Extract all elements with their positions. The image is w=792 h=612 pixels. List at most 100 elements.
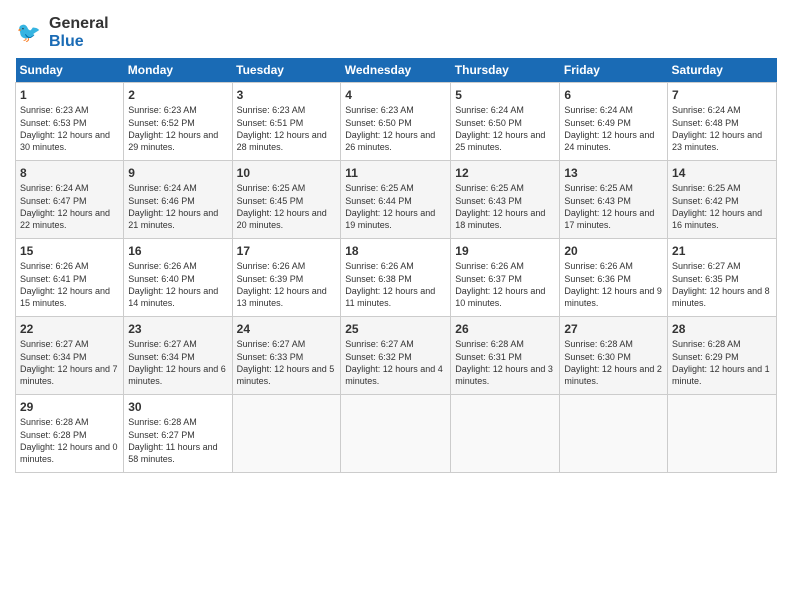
sunrise-text: Sunrise: 6:25 AM xyxy=(455,183,524,193)
daylight-text: Daylight: 12 hours and 4 minutes. xyxy=(345,364,443,386)
sunrise-text: Sunrise: 6:28 AM xyxy=(455,339,524,349)
daylight-text: Daylight: 11 hours and 58 minutes. xyxy=(128,442,217,464)
sunset-text: Sunset: 6:39 PM xyxy=(237,274,304,284)
sunset-text: Sunset: 6:43 PM xyxy=(564,196,631,206)
calendar-cell xyxy=(232,395,341,473)
calendar-cell xyxy=(560,395,668,473)
sunrise-text: Sunrise: 6:28 AM xyxy=(128,417,197,427)
calendar-cell xyxy=(341,395,451,473)
calendar-week-row: 29 Sunrise: 6:28 AM Sunset: 6:28 PM Dayligh… xyxy=(16,395,777,473)
calendar-cell: 16Sunrise: 6:26 AMSunset: 6:40 PMDayligh… xyxy=(124,239,232,317)
calendar-cell: 8 Sunrise: 6:24 AM Sunset: 6:47 PM Daylight… xyxy=(16,161,124,239)
daylight-text: Daylight: 12 hours and 0 minutes. xyxy=(20,442,118,464)
day-number: 13 xyxy=(564,165,663,181)
day-number: 21 xyxy=(672,243,772,259)
sunset-text: Sunset: 6:28 PM xyxy=(20,430,87,440)
daylight-text: Daylight: 12 hours and 24 minutes. xyxy=(564,130,654,152)
sunset-text: Sunset: 6:33 PM xyxy=(237,352,304,362)
sunrise-text: Sunrise: 6:28 AM xyxy=(564,339,633,349)
day-number: 27 xyxy=(564,321,663,337)
logo-icon: 🐦 xyxy=(15,18,45,48)
sunrise-text: Sunrise: 6:25 AM xyxy=(237,183,306,193)
calendar-cell: 28Sunrise: 6:28 AMSunset: 6:29 PMDayligh… xyxy=(668,317,777,395)
sunrise-text: Sunrise: 6:27 AM xyxy=(345,339,414,349)
sunrise-text: Sunrise: 6:28 AM xyxy=(20,417,89,427)
sunset-text: Sunset: 6:46 PM xyxy=(128,196,195,206)
header-row: SundayMondayTuesdayWednesdayThursdayFrid… xyxy=(16,58,777,83)
calendar-cell: 30Sunrise: 6:28 AMSunset: 6:27 PMDayligh… xyxy=(124,395,232,473)
daylight-text: Daylight: 12 hours and 30 minutes. xyxy=(20,130,110,152)
calendar-cell xyxy=(668,395,777,473)
daylight-text: Daylight: 12 hours and 5 minutes. xyxy=(237,364,335,386)
calendar-cell: 7Sunrise: 6:24 AMSunset: 6:48 PMDaylight… xyxy=(668,83,777,161)
weekday-header: Friday xyxy=(560,58,668,83)
sunset-text: Sunset: 6:52 PM xyxy=(128,118,195,128)
weekday-header: Monday xyxy=(124,58,232,83)
sunset-text: Sunset: 6:34 PM xyxy=(128,352,195,362)
sunset-text: Sunset: 6:47 PM xyxy=(20,196,87,206)
day-number: 22 xyxy=(20,321,119,337)
day-number: 9 xyxy=(128,165,227,181)
sunrise-text: Sunrise: 6:24 AM xyxy=(20,183,89,193)
day-number: 7 xyxy=(672,87,772,103)
sunset-text: Sunset: 6:31 PM xyxy=(455,352,522,362)
sunrise-text: Sunrise: 6:23 AM xyxy=(237,105,306,115)
day-number: 29 xyxy=(20,399,119,415)
calendar-week-row: 8 Sunrise: 6:24 AM Sunset: 6:47 PM Daylight… xyxy=(16,161,777,239)
sunset-text: Sunset: 6:45 PM xyxy=(237,196,304,206)
day-number: 17 xyxy=(237,243,337,259)
sunrise-text: Sunrise: 6:25 AM xyxy=(564,183,633,193)
sunrise-text: Sunrise: 6:26 AM xyxy=(20,261,89,271)
sunset-text: Sunset: 6:41 PM xyxy=(20,274,87,284)
sunrise-text: Sunrise: 6:27 AM xyxy=(237,339,306,349)
calendar-cell: 24Sunrise: 6:27 AMSunset: 6:33 PMDayligh… xyxy=(232,317,341,395)
calendar-cell: 22Sunrise: 6:27 AMSunset: 6:34 PMDayligh… xyxy=(16,317,124,395)
calendar-cell: 11Sunrise: 6:25 AMSunset: 6:44 PMDayligh… xyxy=(341,161,451,239)
calendar-week-row: 1Sunrise: 6:23 AMSunset: 6:53 PMDaylight… xyxy=(16,83,777,161)
day-number: 3 xyxy=(237,87,337,103)
calendar-cell xyxy=(451,395,560,473)
day-number: 18 xyxy=(345,243,446,259)
sunset-text: Sunset: 6:51 PM xyxy=(237,118,304,128)
daylight-text: Daylight: 12 hours and 3 minutes. xyxy=(455,364,553,386)
calendar-cell: 17Sunrise: 6:26 AMSunset: 6:39 PMDayligh… xyxy=(232,239,341,317)
sunrise-text: Sunrise: 6:26 AM xyxy=(237,261,306,271)
daylight-text: Daylight: 12 hours and 6 minutes. xyxy=(128,364,226,386)
daylight-text: Daylight: 12 hours and 22 minutes. xyxy=(20,208,110,230)
daylight-text: Daylight: 12 hours and 10 minutes. xyxy=(455,286,545,308)
calendar-cell: 26 Sunrise: 6:28 AM Sunset: 6:31 PM Dayligh… xyxy=(451,317,560,395)
sunset-text: Sunset: 6:50 PM xyxy=(345,118,412,128)
day-number: 26 xyxy=(455,321,555,337)
sunrise-text: Sunrise: 6:27 AM xyxy=(128,339,197,349)
sunrise-text: Sunrise: 6:24 AM xyxy=(672,105,741,115)
calendar-cell: 15Sunrise: 6:26 AMSunset: 6:41 PMDayligh… xyxy=(16,239,124,317)
weekday-header: Sunday xyxy=(16,58,124,83)
day-number: 2 xyxy=(128,87,227,103)
weekday-header: Wednesday xyxy=(341,58,451,83)
sunrise-text: Sunrise: 6:28 AM xyxy=(672,339,741,349)
day-number: 20 xyxy=(564,243,663,259)
day-number: 8 xyxy=(20,165,119,181)
daylight-text: Daylight: 12 hours and 16 minutes. xyxy=(672,208,762,230)
calendar-cell: 23 Sunrise: 6:27 AM Sunset: 6:34 PM Dayligh… xyxy=(124,317,232,395)
day-number: 14 xyxy=(672,165,772,181)
daylight-text: Daylight: 12 hours and 21 minutes. xyxy=(128,208,218,230)
sunrise-text: Sunrise: 6:25 AM xyxy=(345,183,414,193)
daylight-text: Daylight: 12 hours and 2 minutes. xyxy=(564,364,662,386)
day-number: 23 xyxy=(128,321,227,337)
weekday-header: Saturday xyxy=(668,58,777,83)
sunset-text: Sunset: 6:37 PM xyxy=(455,274,522,284)
day-number: 25 xyxy=(345,321,446,337)
sunset-text: Sunset: 6:36 PM xyxy=(564,274,631,284)
calendar-cell: 18Sunrise: 6:26 AMSunset: 6:38 PMDayligh… xyxy=(341,239,451,317)
daylight-text: Daylight: 12 hours and 17 minutes. xyxy=(564,208,654,230)
sunset-text: Sunset: 6:38 PM xyxy=(345,274,412,284)
sunrise-text: Sunrise: 6:26 AM xyxy=(455,261,524,271)
page-container: 🐦 General Blue SundayMondayTuesdayWednes… xyxy=(0,0,792,483)
sunset-text: Sunset: 6:44 PM xyxy=(345,196,412,206)
calendar-cell: 19Sunrise: 6:26 AMSunset: 6:37 PMDayligh… xyxy=(451,239,560,317)
daylight-text: Daylight: 12 hours and 25 minutes. xyxy=(455,130,545,152)
calendar-cell: 14Sunrise: 6:25 AMSunset: 6:42 PMDayligh… xyxy=(668,161,777,239)
daylight-text: Daylight: 12 hours and 1 minute. xyxy=(672,364,770,386)
calendar-week-row: 15Sunrise: 6:26 AMSunset: 6:41 PMDayligh… xyxy=(16,239,777,317)
